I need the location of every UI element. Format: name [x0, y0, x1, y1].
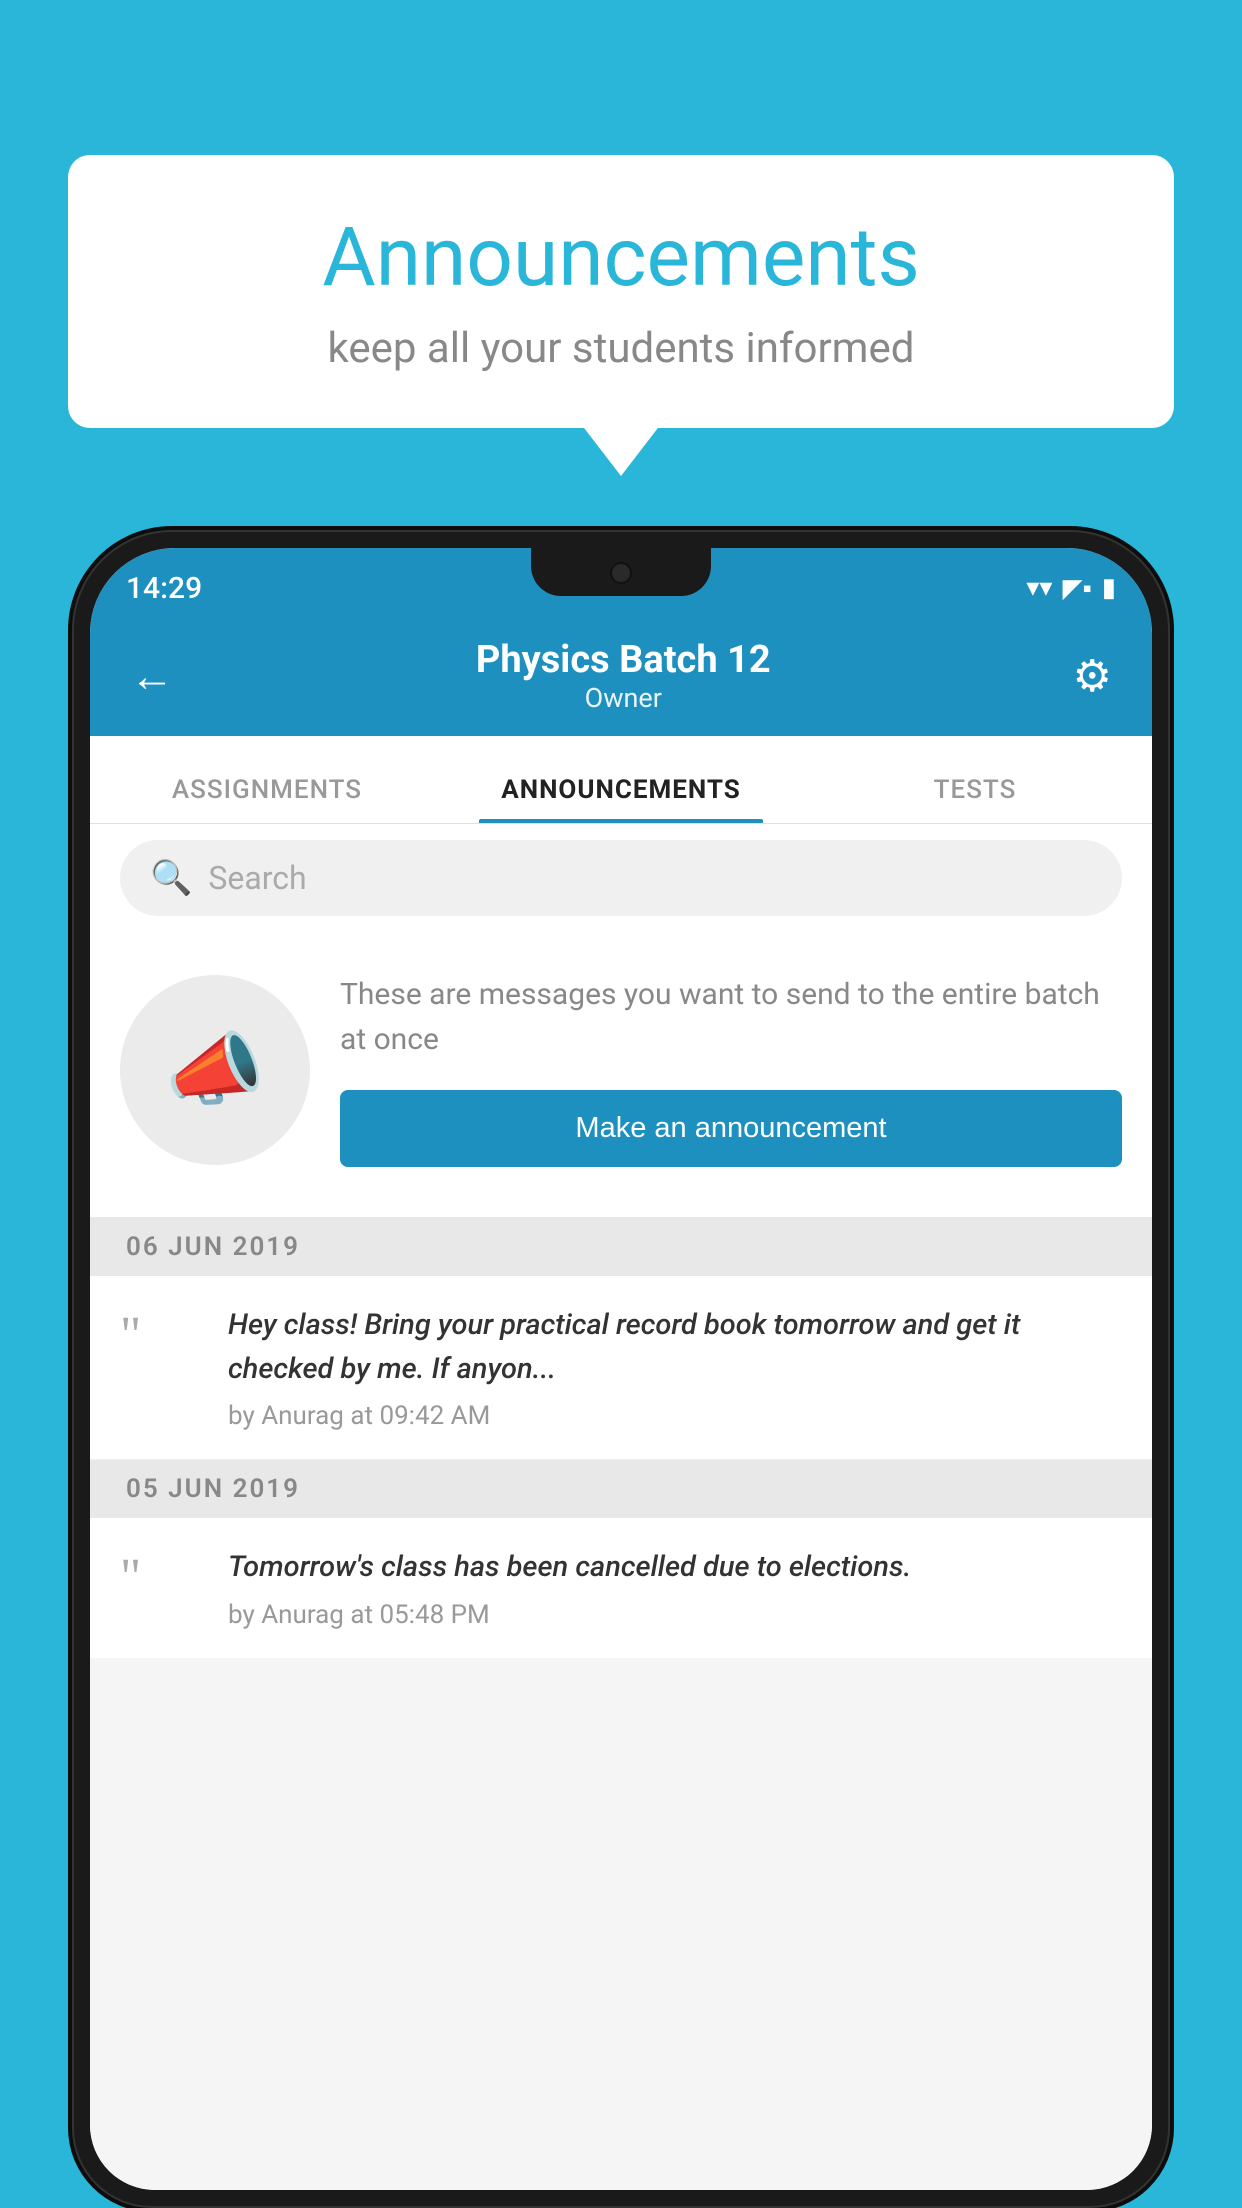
back-button[interactable]: ←	[130, 650, 174, 702]
announcement-text-2: Tomorrow's class has been cancelled due …	[228, 1546, 1122, 1590]
date-separator-2: 05 JUN 2019	[90, 1460, 1152, 1518]
search-icon: 🔍	[150, 858, 192, 898]
announcement-item-1: " Hey class! Bring your practical record…	[90, 1276, 1152, 1460]
wifi-icon: ▾▾	[1026, 573, 1052, 603]
announcement-content-2: Tomorrow's class has been cancelled due …	[228, 1546, 1122, 1630]
tabs-bar: ASSIGNMENTS ANNOUNCEMENTS TESTS	[90, 736, 1152, 824]
content-area: 🔍 Search 📣 These are messages you want t…	[90, 824, 1152, 2190]
megaphone-circle: 📣	[120, 975, 310, 1165]
signal-icon: ◤▪	[1062, 573, 1091, 604]
quote-icon-container-2: "	[120, 1546, 200, 1604]
phone-notch	[531, 548, 711, 596]
quote-icon-2: "	[120, 1549, 141, 1606]
announcement-prompt-text: These are messages you want to send to t…	[340, 972, 1122, 1062]
phone-screen: 14:29 ▾▾ ◤▪ ▮ ← Physics Batch 12 Owner ⚙	[90, 548, 1152, 2190]
batch-subtitle: Owner	[476, 682, 771, 714]
status-time: 14:29	[126, 571, 202, 606]
announcement-text-1: Hey class! Bring your practical record b…	[228, 1304, 1122, 1391]
announcement-prompt-right: These are messages you want to send to t…	[340, 972, 1122, 1167]
search-bar[interactable]: 🔍 Search	[120, 840, 1122, 916]
battery-icon: ▮	[1102, 573, 1116, 603]
announcement-meta-2: by Anurag at 05:48 PM	[228, 1600, 1122, 1630]
tab-assignments[interactable]: ASSIGNMENTS	[90, 775, 444, 823]
header-title-section: Physics Batch 12 Owner	[476, 638, 771, 714]
tab-tests[interactable]: TESTS	[798, 775, 1152, 823]
batch-title: Physics Batch 12	[476, 638, 771, 682]
make-announcement-button[interactable]: Make an announcement	[340, 1090, 1122, 1167]
speech-bubble-section: Announcements keep all your students inf…	[68, 155, 1174, 428]
date-separator-1: 06 JUN 2019	[90, 1218, 1152, 1276]
megaphone-icon: 📣	[165, 1023, 265, 1117]
settings-icon[interactable]: ⚙	[1073, 650, 1112, 702]
quote-icon-1: "	[120, 1307, 141, 1364]
announcement-prompt: 📣 These are messages you want to send to…	[90, 932, 1152, 1218]
speech-bubble: Announcements keep all your students inf…	[68, 155, 1174, 428]
announcement-content-1: Hey class! Bring your practical record b…	[228, 1304, 1122, 1431]
app-header: ← Physics Batch 12 Owner ⚙	[90, 616, 1152, 736]
phone-camera	[610, 562, 632, 584]
announcement-meta-1: by Anurag at 09:42 AM	[228, 1401, 1122, 1431]
phone-frame: 14:29 ▾▾ ◤▪ ▮ ← Physics Batch 12 Owner ⚙	[72, 530, 1170, 2208]
search-bar-container: 🔍 Search	[90, 824, 1152, 932]
status-icons: ▾▾ ◤▪ ▮	[1026, 573, 1116, 604]
speech-bubble-subtitle: keep all your students informed	[128, 324, 1114, 373]
speech-bubble-title: Announcements	[128, 210, 1114, 306]
tab-announcements[interactable]: ANNOUNCEMENTS	[444, 775, 798, 823]
announcement-item-2: " Tomorrow's class has been cancelled du…	[90, 1518, 1152, 1658]
search-placeholder: Search	[208, 859, 306, 897]
quote-icon-container-1: "	[120, 1304, 200, 1362]
